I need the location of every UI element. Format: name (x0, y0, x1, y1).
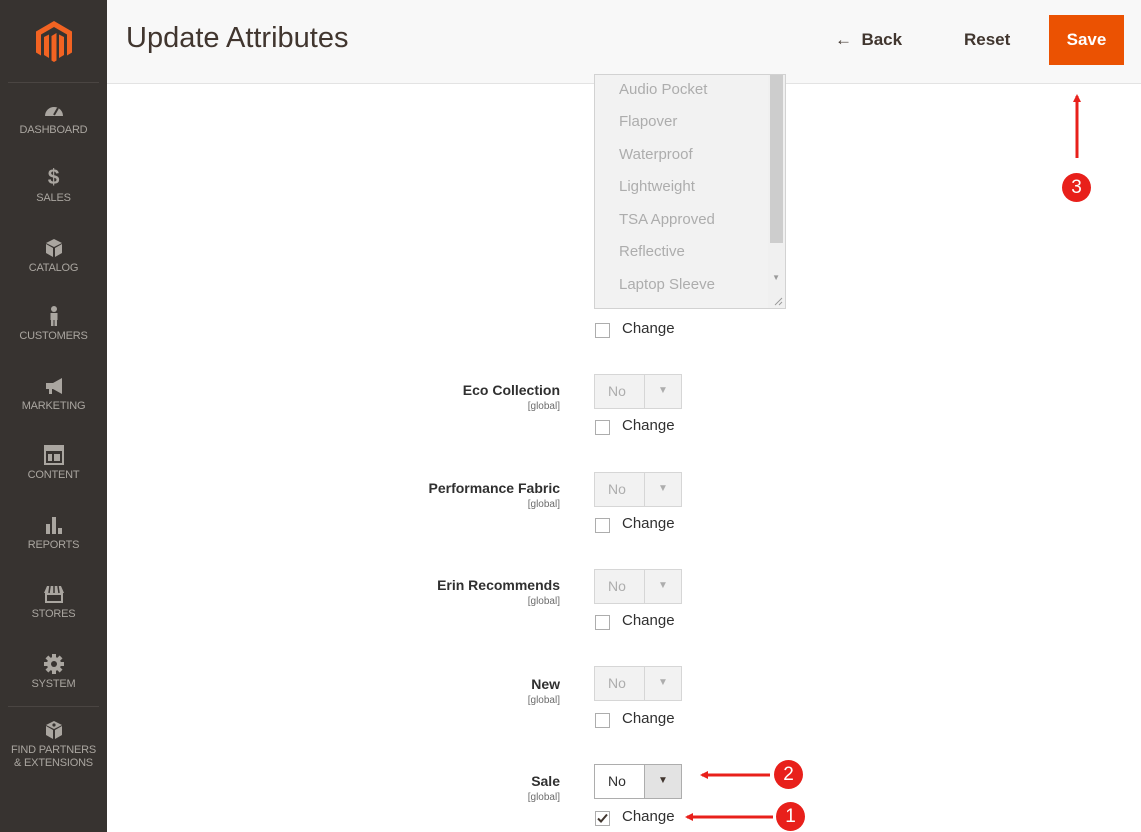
annotation-arrows (685, 94, 1081, 821)
annotation-badge-2: 2 (774, 760, 803, 789)
annotation-badge-1: 1 (776, 802, 805, 831)
annotation-badge-3: 3 (1062, 173, 1091, 202)
